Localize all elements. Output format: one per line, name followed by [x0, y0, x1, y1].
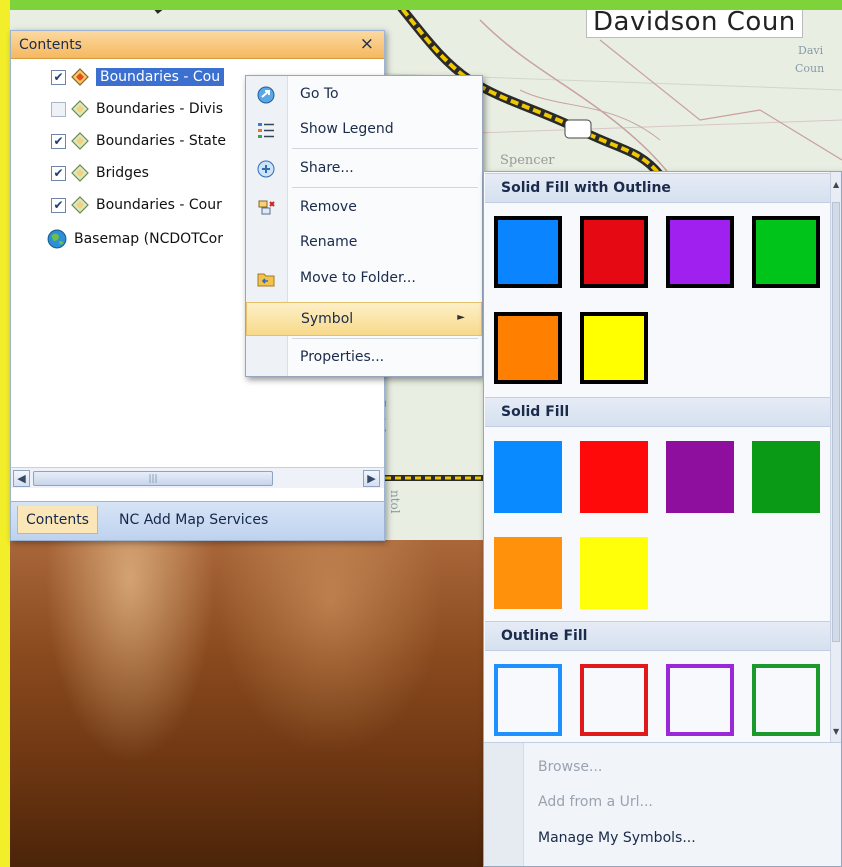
menu-item-label: Symbol	[301, 311, 354, 327]
menu-separator	[292, 148, 478, 149]
section-header: Outline Fill	[485, 621, 831, 651]
menu-item-show-legend[interactable]: Show Legend	[246, 113, 482, 147]
gallery-scrollbar[interactable]: ▲ ▼	[830, 172, 841, 742]
gallery-footer: Browse... Add from a Url... Manage My Sy…	[484, 742, 841, 866]
map-small-label: Davi	[798, 44, 824, 57]
swatch-solid-green[interactable]	[752, 441, 820, 513]
swatch-solid-red[interactable]	[580, 441, 648, 513]
menu-item-label: Rename	[300, 234, 358, 250]
manage-my-symbols-item[interactable]: Manage My Symbols...	[538, 830, 696, 846]
layer-icon	[71, 100, 89, 118]
menu-icon-gutter	[484, 743, 524, 866]
menu-item-label: Move to Folder...	[300, 270, 416, 286]
swatch-solid-yellow[interactable]	[580, 537, 648, 609]
swatch-solid-outline-red[interactable]	[580, 216, 648, 288]
swatch-solid-outline-yellow[interactable]	[580, 312, 648, 384]
remove-icon	[258, 200, 275, 215]
menu-item-remove[interactable]: Remove	[246, 191, 482, 225]
layer-row[interactable]: ✔ Boundaries - State	[51, 127, 226, 155]
layer-label: Boundaries - Divis	[96, 101, 224, 117]
legend-icon	[258, 123, 274, 138]
swatch-solid-orange[interactable]	[494, 537, 562, 609]
layer-row[interactable]: Boundaries - Divis	[51, 95, 223, 123]
menu-item-label: Share...	[300, 160, 354, 176]
map-town-label: Spencer	[500, 153, 555, 168]
contents-panel-title: Contents	[19, 37, 82, 53]
green-accent-bar	[0, 0, 842, 10]
scroll-right-icon[interactable]: ▶	[363, 470, 380, 487]
swatch-outline-red[interactable]	[580, 664, 648, 736]
menu-item-properties[interactable]: Properties...	[246, 341, 482, 375]
menu-item-label: Remove	[300, 199, 357, 215]
menu-item-move-to-folder[interactable]: Move to Folder...	[246, 262, 482, 296]
swatch-solid-outline-orange[interactable]	[494, 312, 562, 384]
folder-icon	[257, 273, 275, 287]
layer-row[interactable]: ✔ Bridges	[51, 159, 149, 187]
menu-item-rename[interactable]: Rename	[246, 226, 482, 260]
layer-label: Boundaries - Cou	[96, 68, 225, 86]
layer-checkbox[interactable]: ✔	[51, 197, 66, 213]
contents-panel-header[interactable]: Contents ×	[11, 31, 384, 59]
menu-item-share[interactable]: Share...	[246, 152, 482, 186]
section-header: Solid Fill with Outline	[485, 173, 831, 203]
layer-checkbox[interactable]: ✔	[51, 133, 66, 149]
menu-separator	[292, 338, 478, 339]
swatch-solid-outline-blue[interactable]	[494, 216, 562, 288]
layer-row[interactable]: ✔ Boundaries - Cou	[51, 63, 225, 91]
menu-item-label: Show Legend	[300, 121, 394, 137]
menu-separator	[292, 187, 478, 188]
scroll-left-icon[interactable]: ◀	[13, 470, 30, 487]
symbol-gallery: Solid Fill with Outline Solid Fill Outli…	[483, 171, 842, 867]
layer-context-menu: Go To Show Legend Share... Remove Rename…	[245, 75, 483, 377]
layer-label: Boundaries - State	[96, 133, 226, 149]
layer-icon	[71, 196, 89, 214]
section-header: Solid Fill	[485, 397, 831, 427]
menu-item-symbol[interactable]: Symbol ►	[246, 302, 482, 336]
scroll-thumb[interactable]: |||	[33, 471, 273, 486]
layer-icon	[71, 68, 89, 86]
layer-checkbox[interactable]	[51, 101, 66, 117]
layer-row[interactable]: Basemap (NCDOTCor	[47, 225, 223, 253]
layer-row[interactable]: ✔ Boundaries - Cour	[51, 191, 222, 219]
share-icon	[257, 160, 275, 178]
swatch-solid-outline-green[interactable]	[752, 216, 820, 288]
globe-icon	[47, 229, 67, 249]
browse-item: Browse...	[538, 759, 603, 775]
swatch-outline-green[interactable]	[752, 664, 820, 736]
map-small-label: Coun	[795, 62, 825, 75]
layer-icon	[71, 132, 89, 150]
scroll-up-icon[interactable]: ▲	[833, 180, 839, 189]
layer-checkbox[interactable]: ✔	[51, 165, 66, 181]
layer-label: Boundaries - Cour	[96, 197, 222, 213]
scroll-thumb[interactable]	[832, 202, 840, 642]
panel-tab-bar: Contents NC Add Map Services	[11, 501, 384, 540]
yellow-accent-strip	[0, 0, 10, 867]
swatch-solid-outline-purple[interactable]	[666, 216, 734, 288]
add-from-url-item: Add from a Url...	[538, 794, 653, 810]
swatch-solid-purple[interactable]	[666, 441, 734, 513]
submenu-arrow-icon: ►	[457, 312, 465, 323]
menu-item-go-to[interactable]: Go To	[246, 78, 482, 112]
go-to-icon	[257, 86, 275, 104]
swatch-outline-blue[interactable]	[494, 664, 562, 736]
layer-label: Bridges	[96, 165, 149, 181]
menu-item-label: Go To	[300, 86, 339, 102]
tab-contents[interactable]: Contents	[17, 506, 98, 534]
swatch-outline-purple[interactable]	[666, 664, 734, 736]
tab-nc-add-map-services[interactable]: NC Add Map Services	[111, 506, 276, 534]
layer-checkbox[interactable]: ✔	[51, 69, 66, 85]
layer-icon	[71, 164, 89, 182]
horizontal-scrollbar[interactable]: ◀ ||| ▶	[11, 467, 384, 488]
layer-label: Basemap (NCDOTCor	[74, 231, 223, 247]
swatch-solid-blue[interactable]	[494, 441, 562, 513]
close-icon[interactable]: ×	[360, 34, 374, 54]
scroll-down-icon[interactable]: ▼	[833, 727, 839, 736]
map-vertical-label: ntol	[388, 490, 402, 514]
menu-item-label: Properties...	[300, 349, 385, 365]
